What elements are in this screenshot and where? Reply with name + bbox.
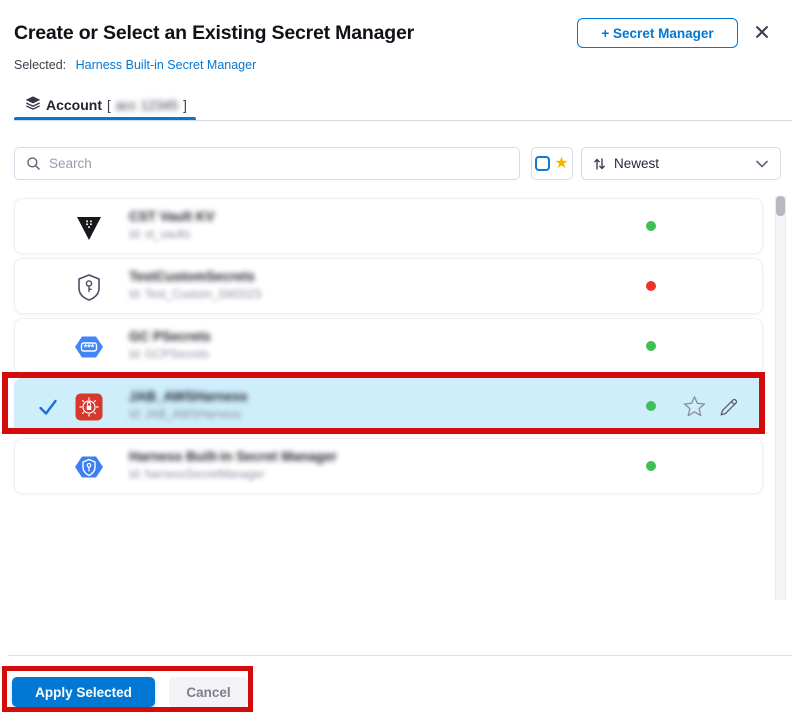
star-icon: ★: [554, 156, 568, 172]
aws-secrets-manager-icon: [74, 392, 104, 422]
status-dot-green: [646, 401, 656, 411]
tab-account-scope-redacted: acc 12345: [116, 98, 178, 113]
list-scrollbar-track[interactable]: [775, 196, 786, 600]
tab-account[interactable]: Account [ acc 12345 ]: [25, 94, 187, 116]
layers-icon: [25, 95, 41, 116]
selected-checkmark-icon: [38, 397, 58, 422]
tab-account-bracket-open: [: [107, 98, 111, 113]
sort-arrows-icon: [593, 157, 606, 171]
cancel-button[interactable]: Cancel: [169, 677, 248, 707]
selected-secret-manager-line: Selected: Harness Built-in Secret Manage…: [14, 58, 256, 72]
sort-dropdown[interactable]: Newest: [581, 147, 781, 180]
page-title: Create or Select an Existing Secret Mana…: [14, 22, 414, 45]
close-icon[interactable]: [751, 21, 773, 43]
selected-label: Selected:: [14, 58, 66, 72]
list-item-text: TestCustomSecrets Id: Test_Custom_SM2023: [129, 269, 261, 301]
status-dot-green: [646, 461, 656, 471]
list-scrollbar-thumb[interactable]: [776, 196, 785, 216]
item-name-redacted: GC PSecrets: [129, 329, 211, 344]
footer-divider: [8, 655, 792, 656]
vault-icon: [74, 212, 104, 242]
svg-text:***: ***: [84, 343, 95, 353]
sort-selected-value: Newest: [614, 156, 659, 171]
item-id-redacted: Id: GCPSecrets: [129, 349, 211, 361]
chevron-down-icon: [756, 160, 768, 168]
favorite-star-icon[interactable]: [683, 395, 706, 423]
list-item-harness-builtin[interactable]: Harness Built-in Secret Manager Id: harn…: [14, 438, 763, 494]
search-icon: [26, 156, 41, 176]
list-item-text: CST Vault KV Id: st_vaults: [129, 209, 215, 241]
search-input[interactable]: [14, 147, 520, 180]
list-item-text: JAB_AWSHarness Id: JAB_AWSHarness: [129, 389, 248, 421]
status-dot-green: [646, 221, 656, 231]
favorites-filter-button[interactable]: ★: [531, 147, 573, 180]
list-item-vault[interactable]: CST Vault KV Id: st_vaults: [14, 198, 763, 254]
tab-account-bracket-close: ]: [183, 98, 187, 113]
edit-pencil-icon[interactable]: [718, 396, 740, 423]
list-item-custom-sm[interactable]: TestCustomSecrets Id: Test_Custom_SM2023: [14, 258, 763, 314]
item-name-redacted: TestCustomSecrets: [129, 269, 261, 284]
tab-account-label: Account: [46, 97, 102, 113]
item-name-redacted: Harness Built-in Secret Manager: [129, 449, 337, 464]
item-name-redacted: JAB_AWSHarness: [129, 389, 248, 404]
list-item-aws-selected[interactable]: JAB_AWSHarness Id: JAB_AWSHarness: [14, 378, 763, 434]
new-secret-manager-button[interactable]: + Secret Manager: [577, 18, 738, 48]
secret-manager-modal: Create or Select an Existing Secret Mana…: [0, 0, 792, 719]
item-id-redacted: Id: JAB_AWSHarness: [129, 409, 248, 421]
selected-secret-manager-link[interactable]: Harness Built-in Secret Manager: [76, 58, 257, 72]
list-item-text: GC PSecrets Id: GCPSecrets: [129, 329, 211, 361]
item-id-redacted: Id: harnessSecretManager: [129, 469, 337, 481]
gcp-secret-manager-icon: ***: [74, 332, 104, 362]
status-dot-green: [646, 341, 656, 351]
apply-selected-button[interactable]: Apply Selected: [12, 677, 155, 707]
item-id-redacted: Id: Test_Custom_SM2023: [129, 289, 261, 301]
item-id-redacted: Id: st_vaults: [129, 229, 215, 241]
list-item-gcp[interactable]: *** GC PSecrets Id: GCPSecrets: [14, 318, 763, 374]
item-name-redacted: CST Vault KV: [129, 209, 215, 224]
harness-secret-manager-icon: [74, 452, 104, 482]
status-dot-red: [646, 281, 656, 291]
favorites-checkbox[interactable]: [535, 156, 550, 171]
list-item-text: Harness Built-in Secret Manager Id: harn…: [129, 449, 337, 481]
tab-bar-divider: [14, 120, 792, 121]
custom-secret-manager-icon: [74, 272, 104, 302]
